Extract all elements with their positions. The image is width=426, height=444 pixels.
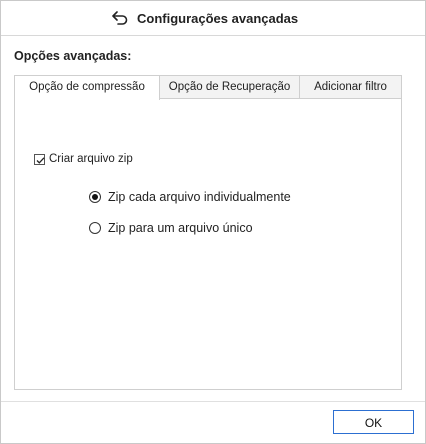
radio-zip-individual-label: Zip cada arquivo individualmente <box>108 190 291 204</box>
checkbox-checked-icon <box>34 153 45 165</box>
tab-add-filter[interactable]: Adicionar filtro <box>299 75 402 98</box>
section-label: Opções avançadas: <box>14 49 132 63</box>
back-button[interactable] <box>109 8 131 28</box>
title-bar: Configurações avançadas <box>1 1 425 36</box>
tab-recovery[interactable]: Opção de Recuperação <box>158 75 301 98</box>
radio-unselected-icon <box>89 222 101 234</box>
radio-zip-single-label: Zip para um arquivo único <box>108 221 253 235</box>
back-arrow-icon <box>112 11 128 25</box>
ok-button[interactable]: OK <box>333 410 414 434</box>
tab-compression[interactable]: Opção de compressão <box>14 75 160 100</box>
create-zip-label: Criar arquivo zip <box>49 153 133 165</box>
create-zip-checkbox[interactable]: Criar arquivo zip <box>34 151 133 167</box>
dialog-title: Configurações avançadas <box>137 11 299 26</box>
radio-zip-individual[interactable]: Zip cada arquivo individualmente <box>89 188 291 206</box>
advanced-settings-dialog: Configurações avançadas Opções avançadas… <box>0 0 426 444</box>
footer-divider <box>1 401 425 402</box>
radio-selected-icon <box>89 191 101 203</box>
tab-panel <box>14 98 402 390</box>
radio-zip-single[interactable]: Zip para um arquivo único <box>89 219 253 237</box>
